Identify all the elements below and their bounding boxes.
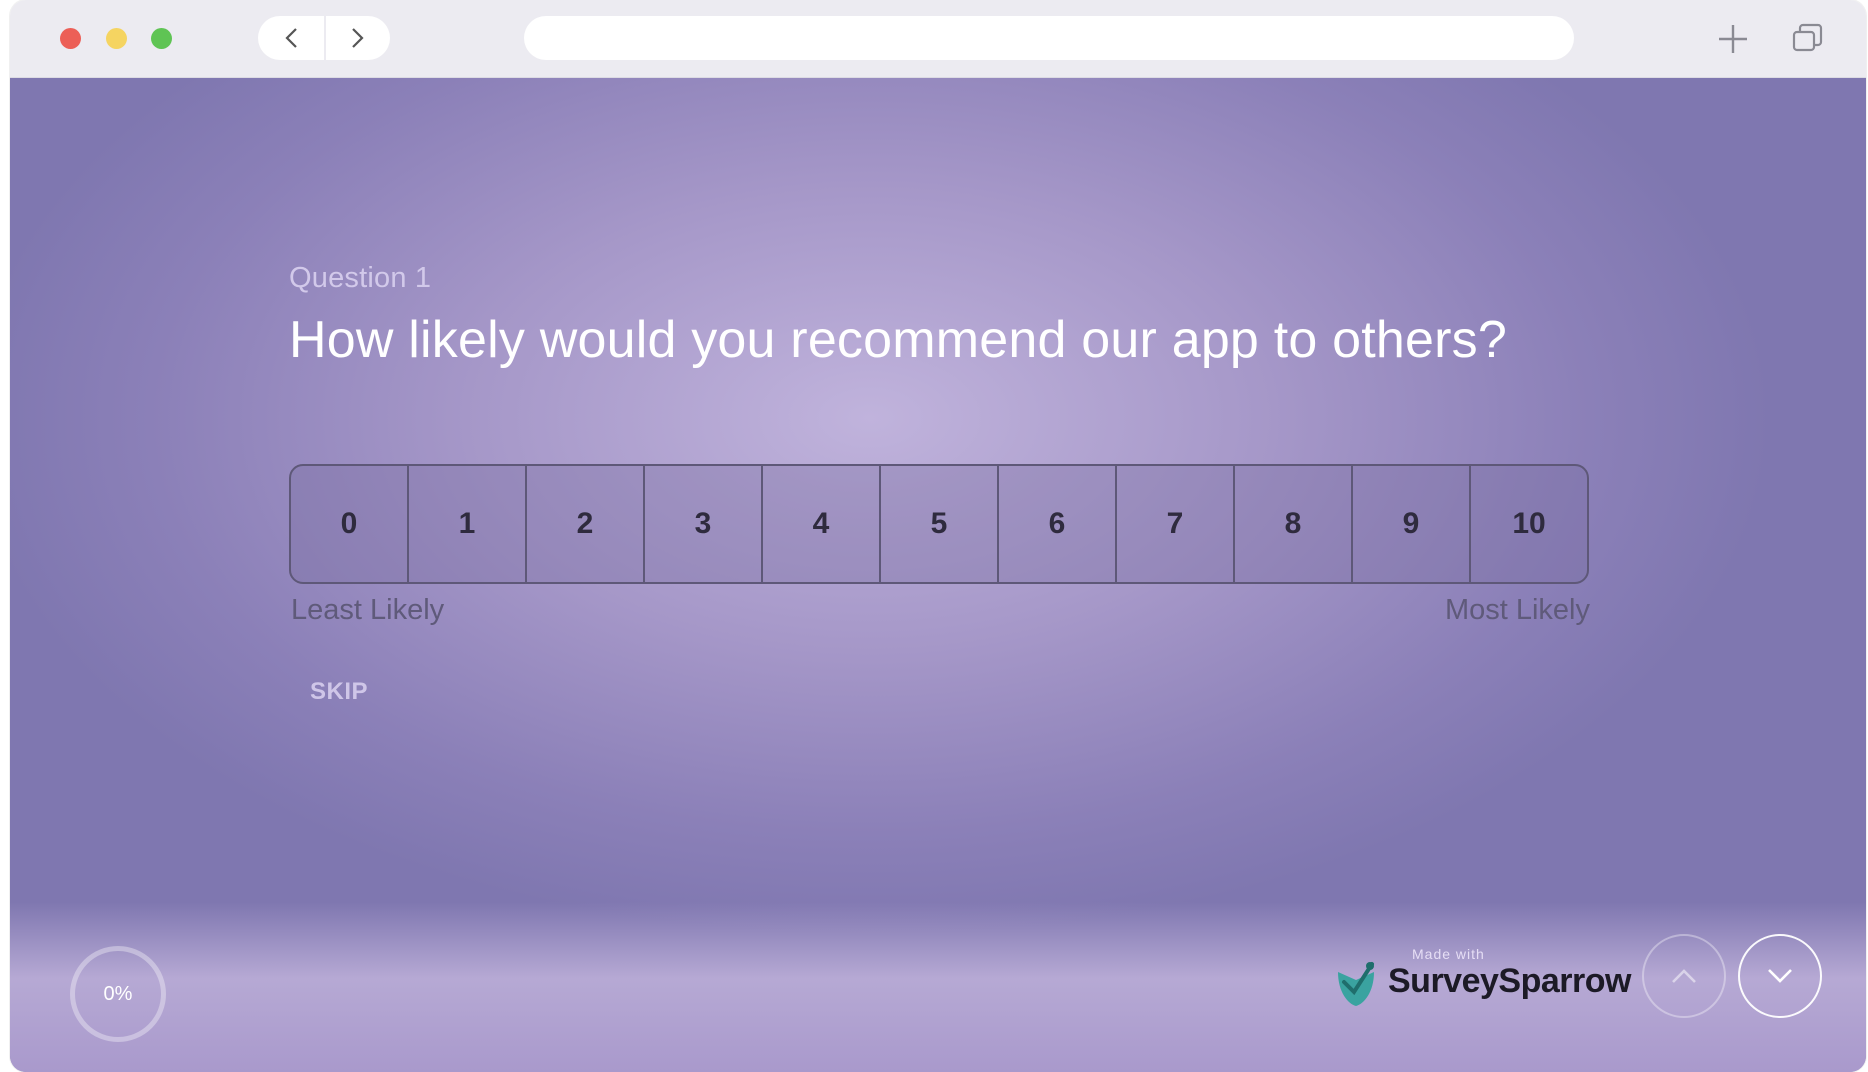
scale-min-label: Least Likely [291, 594, 445, 626]
rating-option-6[interactable]: 6 [999, 466, 1117, 582]
minimize-window-icon[interactable] [106, 28, 127, 49]
branding-name: SurveySparrow [1388, 962, 1631, 1000]
rating-option-8[interactable]: 8 [1235, 466, 1353, 582]
sparrow-logo-icon [1338, 962, 1374, 1006]
question-title: How likely would you recommend our app t… [289, 311, 1507, 369]
rating-option-9[interactable]: 9 [1353, 466, 1471, 582]
skip-button[interactable]: SKIP [310, 678, 368, 706]
browser-window: Question 1 How likely would you recommen… [10, 0, 1866, 1072]
branding-prefix: Made with [1412, 946, 1485, 962]
navigation-buttons [258, 16, 390, 60]
close-window-icon[interactable] [60, 28, 81, 49]
next-question-button[interactable] [1738, 934, 1822, 1018]
progress-percentage: 0% [103, 982, 133, 1005]
chevron-up-icon [1672, 969, 1696, 983]
forward-chevron-icon [352, 28, 364, 48]
forward-button[interactable] [324, 16, 390, 60]
rating-option-3[interactable]: 3 [645, 466, 763, 582]
progress-indicator: 0% [70, 946, 166, 1042]
back-button[interactable] [258, 16, 324, 60]
rating-option-10[interactable]: 10 [1471, 466, 1587, 582]
previous-question-button[interactable] [1642, 934, 1726, 1018]
rating-option-7[interactable]: 7 [1117, 466, 1235, 582]
chevron-down-icon [1768, 969, 1792, 983]
rating-option-5[interactable]: 5 [881, 466, 999, 582]
new-tab-plus-icon[interactable] [1716, 22, 1750, 56]
browser-toolbar [10, 0, 1866, 78]
address-bar-input[interactable] [524, 16, 1574, 60]
rating-option-1[interactable]: 1 [409, 466, 527, 582]
rating-option-0[interactable]: 0 [291, 466, 409, 582]
rating-option-4[interactable]: 4 [763, 466, 881, 582]
tabs-overview-icon[interactable] [1790, 22, 1824, 56]
surveysparrow-branding[interactable]: Made with SurveySparrow [1332, 944, 1632, 1014]
maximize-window-icon[interactable] [151, 28, 172, 49]
back-chevron-icon [285, 28, 297, 48]
scale-max-label: Most Likely [1444, 594, 1590, 626]
rating-option-2[interactable]: 2 [527, 466, 645, 582]
question-number: Question 1 [289, 262, 432, 294]
survey-page: Question 1 How likely would you recommen… [10, 78, 1866, 1072]
nps-rating-scale: 0 1 2 3 4 5 6 7 8 9 10 [289, 464, 1589, 584]
